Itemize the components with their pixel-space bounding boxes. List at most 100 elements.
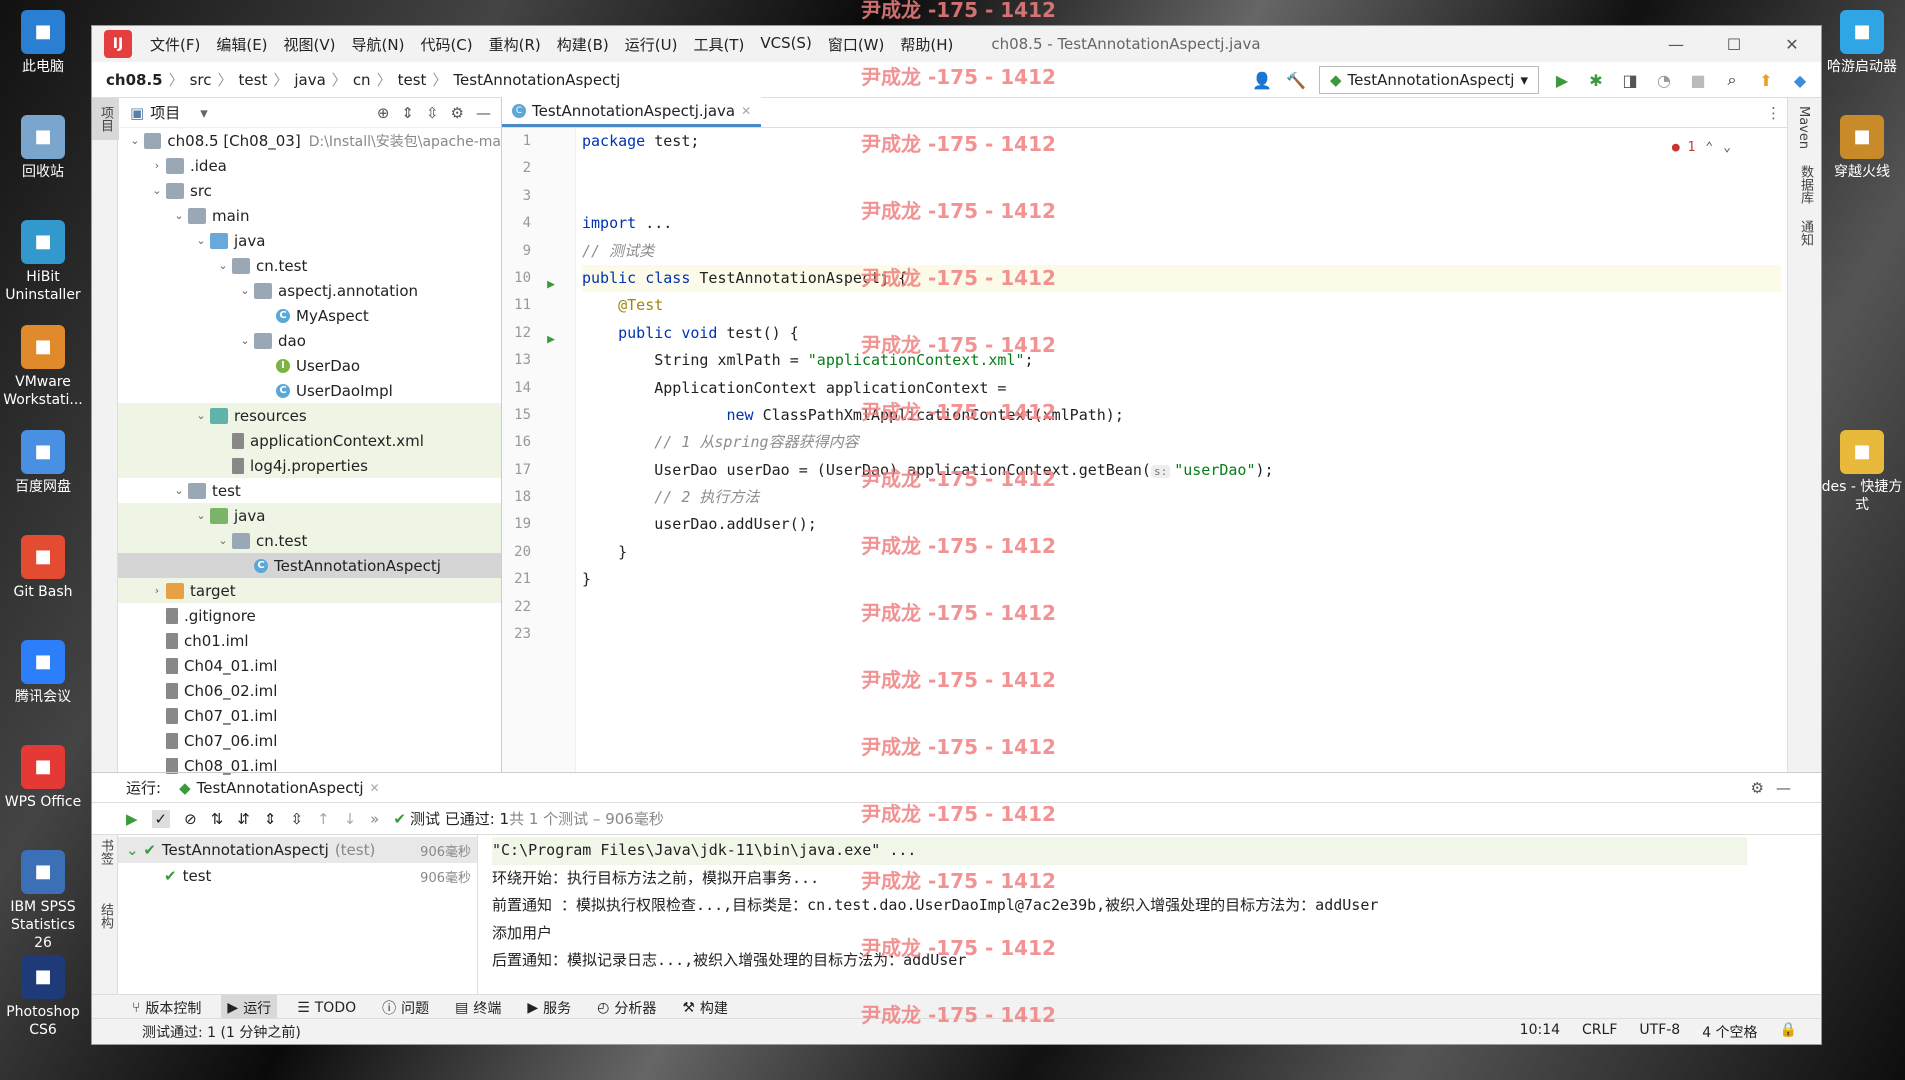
collapse-all-icon[interactable]: ⇳ bbox=[290, 810, 303, 828]
caret-position[interactable]: 10:14 bbox=[1520, 1022, 1560, 1042]
menu-item[interactable]: 窗口(W) bbox=[820, 34, 893, 55]
chevron-down-icon[interactable]: ⌄ bbox=[192, 509, 210, 522]
menu-item[interactable]: 导航(N) bbox=[344, 34, 413, 55]
menu-item[interactable]: 文件(F) bbox=[142, 34, 208, 55]
bottom-tool-button[interactable]: ⑂ 版本控制 bbox=[126, 995, 207, 1021]
show-passed-icon[interactable]: ✓ bbox=[151, 809, 171, 828]
build-hammer-icon[interactable]: 🔨 bbox=[1285, 69, 1307, 91]
tree-item[interactable]: ⌄ main bbox=[118, 203, 501, 228]
desktop-icon[interactable]: ■ 百度网盘 bbox=[0, 430, 86, 496]
menu-item[interactable]: 代码(C) bbox=[412, 34, 480, 55]
notifications-tool-tab[interactable]: 通知 bbox=[1788, 212, 1823, 254]
show-ignored-icon[interactable]: ⊘ bbox=[184, 810, 197, 828]
collapse-all-icon[interactable]: ⇳ bbox=[426, 104, 439, 122]
desktop-icon[interactable]: ■ 哈游启动器 bbox=[1819, 10, 1905, 76]
locate-icon[interactable]: ⊕ bbox=[377, 104, 390, 122]
test-result-item[interactable]: ✔ test 906毫秒 bbox=[118, 863, 477, 889]
run-tab[interactable]: ◆ TestAnnotationAspectj ✕ bbox=[173, 779, 386, 797]
expand-all-icon[interactable]: ⇕ bbox=[401, 104, 414, 122]
menu-item[interactable]: 构建(B) bbox=[549, 34, 617, 55]
tree-item[interactable]: C UserDaoImpl bbox=[118, 378, 501, 403]
tree-item[interactable]: C TestAnnotationAspectj bbox=[118, 553, 501, 578]
chevron-down-icon[interactable]: ⌄ bbox=[148, 184, 166, 197]
chevron-down-icon[interactable]: ⌄ bbox=[192, 409, 210, 422]
gear-icon[interactable]: ⚙ bbox=[451, 104, 464, 122]
tree-item[interactable]: ⌄ dao bbox=[118, 328, 501, 353]
tree-item[interactable]: Ch06_02.iml bbox=[118, 678, 501, 703]
tree-item[interactable]: Ch07_06.iml bbox=[118, 728, 501, 753]
code-line[interactable] bbox=[582, 621, 1781, 648]
desktop-icon[interactable]: ■ 腾讯会议 bbox=[0, 640, 86, 706]
code-line[interactable] bbox=[582, 183, 1781, 210]
tree-item[interactable]: .gitignore bbox=[118, 603, 501, 628]
desktop-icon[interactable]: ■ IBM SPSS Statistics 26 bbox=[0, 850, 86, 952]
code-line[interactable]: public void test() { bbox=[582, 320, 1781, 347]
more-icon[interactable]: » bbox=[370, 810, 379, 828]
desktop-icon[interactable]: ■ VMware Workstati... bbox=[0, 325, 86, 409]
tree-item[interactable]: ⌄ resources bbox=[118, 403, 501, 428]
minimize-button[interactable]: — bbox=[1647, 26, 1705, 62]
breadcrumb-item[interactable]: java bbox=[294, 71, 325, 89]
desktop-icon[interactable]: ■ des - 快捷方式 bbox=[1819, 430, 1905, 514]
database-tool-tab[interactable]: 数据库 bbox=[1788, 157, 1823, 212]
desktop-icon[interactable]: ■ HiBit Uninstaller bbox=[0, 220, 86, 304]
menu-item[interactable]: 帮助(H) bbox=[892, 34, 961, 55]
bottom-tool-button[interactable]: ☰ TODO bbox=[291, 995, 362, 1021]
test-result-item[interactable]: ⌄ ✔ TestAnnotationAspectj (test) 906毫秒 bbox=[118, 837, 477, 863]
structure-tool-tab[interactable]: 结构 bbox=[92, 899, 119, 933]
bookmarks-tool-tab[interactable]: 书签 bbox=[92, 835, 119, 869]
chevron-down-icon[interactable]: ⌄ bbox=[192, 234, 210, 247]
code-line[interactable]: } bbox=[582, 539, 1781, 566]
tree-item[interactable]: ⌄ aspectj.annotation bbox=[118, 278, 501, 303]
chevron-down-icon[interactable]: ▾ bbox=[200, 104, 208, 122]
tree-item[interactable]: C MyAspect bbox=[118, 303, 501, 328]
menu-item[interactable]: 重构(R) bbox=[481, 34, 549, 55]
run-icon[interactable]: ▶ bbox=[1551, 69, 1573, 91]
next-failed-icon[interactable]: ↓ bbox=[344, 810, 357, 828]
maximize-button[interactable]: ☐ bbox=[1705, 26, 1763, 62]
chevron-down-icon[interactable]: ⌄ bbox=[126, 134, 144, 147]
tree-item[interactable]: log4j.properties bbox=[118, 453, 501, 478]
breadcrumb-item[interactable]: cn bbox=[353, 71, 371, 89]
tree-item[interactable]: applicationContext.xml bbox=[118, 428, 501, 453]
project-tool-tab[interactable]: 项目 bbox=[92, 98, 119, 140]
tree-item[interactable]: ⌄ cn.test bbox=[118, 253, 501, 278]
bottom-tool-button[interactable]: ⚒ 构建 bbox=[676, 995, 734, 1021]
bottom-tool-button[interactable]: ⓘ 问题 bbox=[376, 995, 435, 1021]
prev-failed-icon[interactable]: ↑ bbox=[317, 810, 330, 828]
chevron-down-icon[interactable]: ⌄ bbox=[236, 334, 254, 347]
desktop-icon[interactable]: ■ 此电脑 bbox=[0, 10, 86, 76]
bottom-tool-button[interactable]: ▶ 服务 bbox=[521, 995, 577, 1021]
bottom-tool-button[interactable]: ▶ 运行 bbox=[221, 994, 278, 1021]
tree-item[interactable]: ⌄ java bbox=[118, 228, 501, 253]
hide-icon[interactable]: — bbox=[476, 104, 491, 122]
code-line[interactable]: UserDao userDao = (UserDao) applicationC… bbox=[582, 457, 1781, 484]
breadcrumb-item[interactable]: ch08.5 bbox=[106, 71, 163, 89]
close-icon[interactable]: ✕ bbox=[370, 781, 380, 795]
tree-item[interactable]: ⌄ src bbox=[118, 178, 501, 203]
breadcrumb-item[interactable]: test bbox=[239, 71, 268, 89]
desktop-icon[interactable]: ■ Git Bash bbox=[0, 535, 86, 601]
code-line[interactable] bbox=[582, 155, 1781, 182]
expand-all-icon[interactable]: ⇕ bbox=[264, 810, 277, 828]
chevron-down-icon[interactable]: ⌄ bbox=[170, 484, 188, 497]
desktop-icon[interactable]: ■ Photoshop CS6 bbox=[0, 955, 86, 1039]
close-icon[interactable]: ✕ bbox=[741, 104, 751, 118]
desktop-icon[interactable]: ■ WPS Office bbox=[0, 745, 86, 811]
update-icon[interactable]: ⬆ bbox=[1755, 69, 1777, 91]
debug-icon[interactable]: ✱ bbox=[1585, 69, 1607, 91]
tree-item[interactable]: ⌄ test bbox=[118, 478, 501, 503]
menu-item[interactable]: VCS(S) bbox=[752, 34, 819, 55]
tree-item[interactable]: ⌄ ch08.5 [Ch08_03] D:\Install\安装包\apache-m… bbox=[118, 128, 501, 153]
chevron-right-icon[interactable]: › bbox=[148, 584, 166, 597]
console-output[interactable]: "C:\Program Files\Java\jdk-11\bin\java.e… bbox=[478, 835, 1761, 994]
code-line[interactable]: // 1 从spring容器获得内容 bbox=[582, 429, 1781, 456]
coverage-icon[interactable]: ◨ bbox=[1619, 69, 1641, 91]
chevron-right-icon[interactable]: › bbox=[148, 159, 166, 172]
file-encoding[interactable]: UTF-8 bbox=[1639, 1022, 1680, 1042]
maven-tool-tab[interactable]: Maven bbox=[1788, 98, 1819, 157]
menu-item[interactable]: 运行(U) bbox=[617, 34, 686, 55]
desktop-icon[interactable]: ■ 穿越火线 bbox=[1819, 115, 1905, 181]
bottom-tool-button[interactable]: ◴ 分析器 bbox=[591, 995, 662, 1021]
tree-item[interactable]: ch01.iml bbox=[118, 628, 501, 653]
